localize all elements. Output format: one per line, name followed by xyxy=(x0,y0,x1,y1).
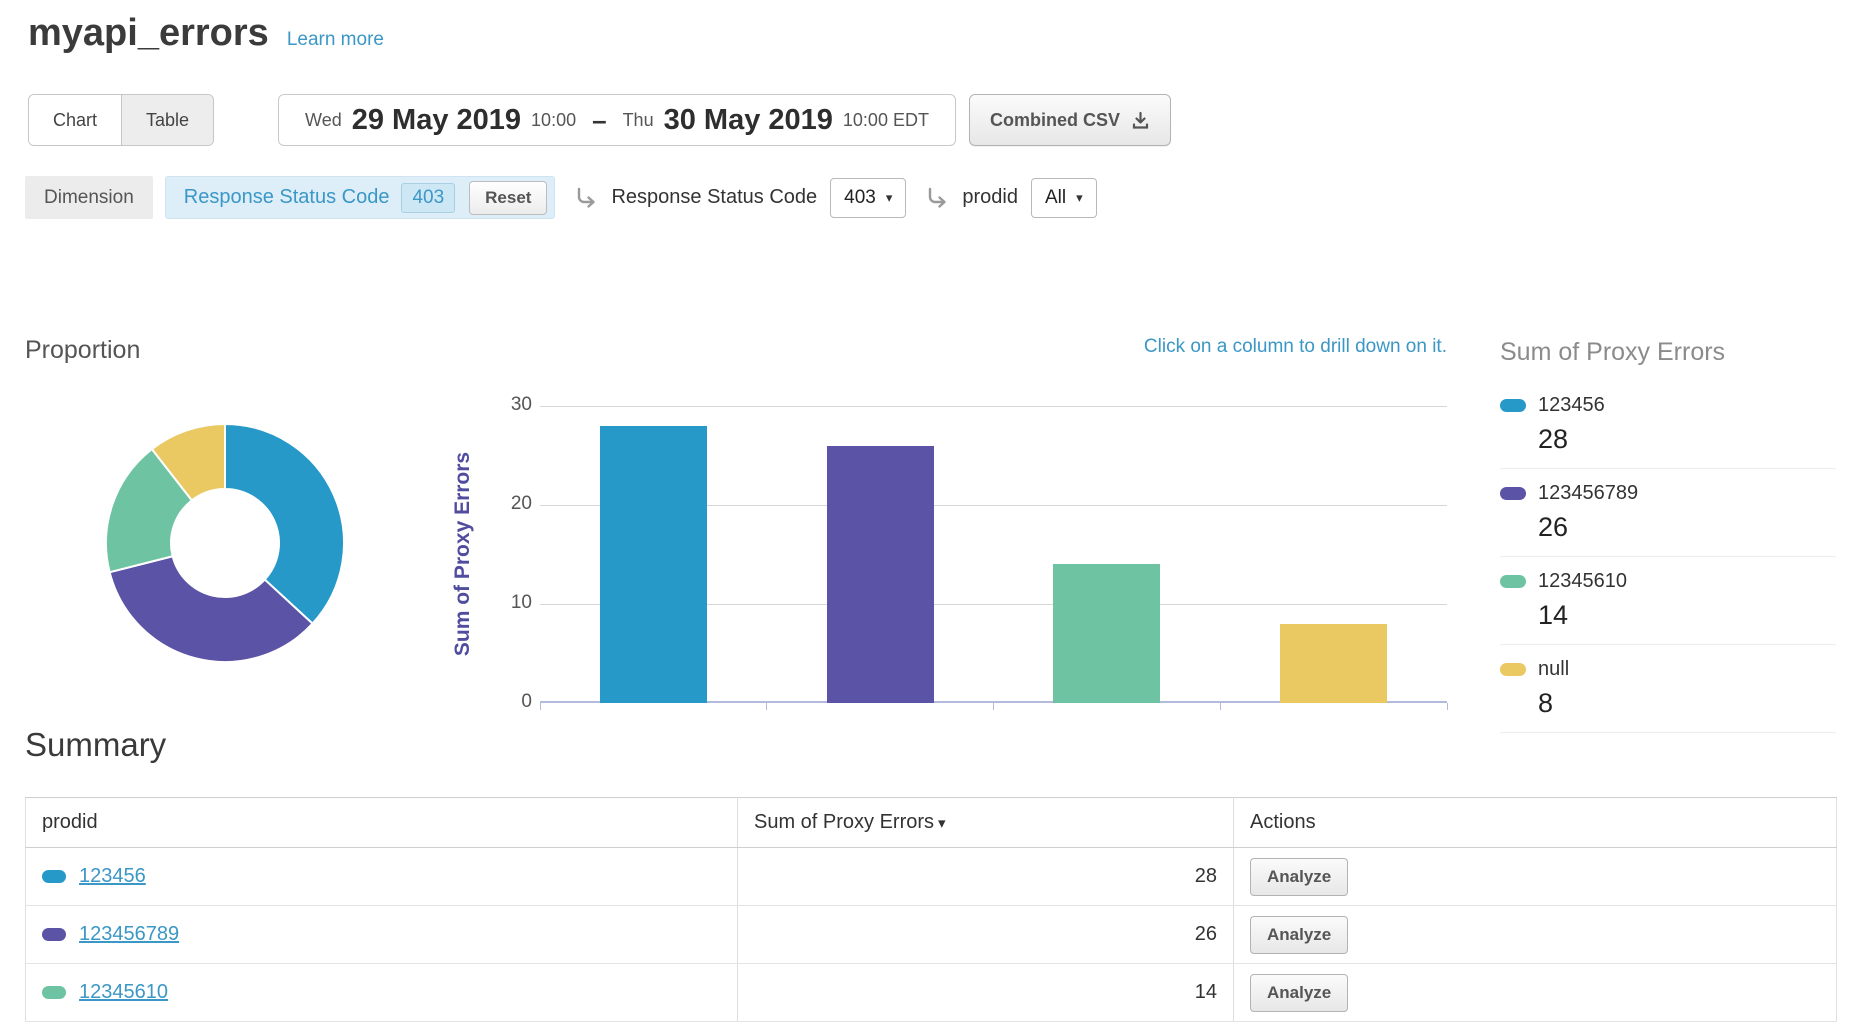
drilldown-status-code-label: Response Status Code xyxy=(611,186,817,209)
page-header: myapi_errors Learn more xyxy=(28,12,384,55)
chart-legend: Sum of Proxy Errors 12345628123456789261… xyxy=(1500,338,1836,733)
prodid-link[interactable]: 123456 xyxy=(79,865,146,887)
legend-value: 14 xyxy=(1538,600,1836,631)
status-code-dropdown-value: 403 xyxy=(844,187,876,209)
drilldown-arrow-icon xyxy=(574,186,598,210)
actions-column-header: Actions xyxy=(1234,798,1837,848)
proportion-label: Proportion xyxy=(25,336,140,365)
summary-heading: Summary xyxy=(25,726,166,764)
row-swatch-icon xyxy=(42,928,66,941)
gridline xyxy=(540,406,1447,407)
analyze-button[interactable]: Analyze xyxy=(1250,916,1348,954)
sort-desc-icon: ▾ xyxy=(938,815,946,832)
table-row: 123456789 26 Analyze xyxy=(26,906,1837,964)
x-axis-tick xyxy=(1447,703,1448,710)
legend-item: 12345610 14 xyxy=(1500,557,1836,645)
sum-column-header[interactable]: Sum of Proxy Errors▾ xyxy=(738,798,1234,848)
y-tick-label: 30 xyxy=(470,394,532,416)
tab-chart[interactable]: Chart xyxy=(29,95,121,145)
prodid-link[interactable]: 123456789 xyxy=(79,923,179,945)
status-code-dropdown[interactable]: 403 ▾ xyxy=(830,178,906,218)
legend-value: 8 xyxy=(1538,688,1836,719)
legend-value: 28 xyxy=(1538,424,1836,455)
reset-button[interactable]: Reset xyxy=(469,181,547,215)
bar-chart xyxy=(540,406,1447,703)
analyze-button[interactable]: Analyze xyxy=(1250,974,1348,1012)
legend-swatch-icon xyxy=(1500,663,1526,676)
sum-value-cell: 28 xyxy=(738,848,1234,906)
prodid-link[interactable]: 12345610 xyxy=(79,981,168,1003)
legend-swatch-icon xyxy=(1500,399,1526,412)
toolbar: Chart Table Wed 29 May 2019 10:00 – Thu … xyxy=(28,94,1171,146)
legend-swatch-icon xyxy=(1500,487,1526,500)
bar-column-123456[interactable] xyxy=(600,426,707,703)
legend-swatch-icon xyxy=(1500,575,1526,588)
bar-column-null[interactable] xyxy=(1280,624,1387,703)
sum-value-cell: 14 xyxy=(738,964,1234,1022)
prodid-dropdown[interactable]: All ▾ xyxy=(1031,178,1097,218)
y-axis-ticks: 0102030 xyxy=(470,406,532,703)
proportion-donut-chart xyxy=(25,366,425,706)
x-axis-tick xyxy=(766,703,767,710)
tab-table[interactable]: Table xyxy=(121,95,213,145)
date-range-separator: – xyxy=(592,105,606,136)
x-axis-tick xyxy=(993,703,994,710)
y-tick-label: 20 xyxy=(470,493,532,515)
table-header-row: prodid Sum of Proxy Errors▾ Actions xyxy=(26,798,1837,848)
legend-items: 123456 28 123456789 26 12345610 14 null 8 xyxy=(1500,381,1836,733)
legend-label: 12345610 xyxy=(1538,570,1627,593)
sum-column-label: Sum of Proxy Errors xyxy=(754,811,934,833)
legend-item: null 8 xyxy=(1500,645,1836,733)
prodid-dropdown-value: All xyxy=(1045,187,1066,209)
drilldown-hint: Click on a column to drill down on it. xyxy=(940,336,1447,358)
legend-title: Sum of Proxy Errors xyxy=(1500,338,1836,367)
end-weekday: Thu xyxy=(623,110,654,131)
active-filter-value: 403 xyxy=(401,183,455,213)
prodid-column-header: prodid xyxy=(26,798,738,848)
legend-value: 26 xyxy=(1538,512,1836,543)
chevron-down-icon: ▾ xyxy=(1076,190,1083,206)
bar-column-12345610[interactable] xyxy=(1053,564,1160,703)
date-range-picker[interactable]: Wed 29 May 2019 10:00 – Thu 30 May 2019 … xyxy=(278,94,956,146)
y-tick-label: 10 xyxy=(470,592,532,614)
dimension-label: Dimension xyxy=(25,176,153,219)
combined-csv-button[interactable]: Combined CSV xyxy=(969,94,1171,146)
drilldown-prodid-label: prodid xyxy=(962,186,1018,209)
filter-bar: Dimension Response Status Code 403 Reset… xyxy=(25,176,1097,219)
sum-value-cell: 26 xyxy=(738,906,1234,964)
active-filter-chip[interactable]: Response Status Code 403 Reset xyxy=(165,176,556,219)
end-date: 30 May 2019 xyxy=(664,104,833,137)
learn-more-link[interactable]: Learn more xyxy=(287,29,384,51)
row-swatch-icon xyxy=(42,870,66,883)
active-filter-label: Response Status Code xyxy=(184,186,390,209)
page-title: myapi_errors xyxy=(28,12,269,55)
combined-csv-label: Combined CSV xyxy=(990,110,1120,131)
legend-item: 123456789 26 xyxy=(1500,469,1836,557)
bar-column-123456789[interactable] xyxy=(827,446,934,703)
start-weekday: Wed xyxy=(305,110,342,131)
download-icon xyxy=(1131,111,1150,130)
legend-label: null xyxy=(1538,658,1569,681)
legend-label: 123456789 xyxy=(1538,482,1638,505)
analyze-button[interactable]: Analyze xyxy=(1250,858,1348,896)
start-date: 29 May 2019 xyxy=(352,104,521,137)
actions-column-label: Actions xyxy=(1250,811,1316,833)
drilldown-arrow-icon xyxy=(925,186,949,210)
table-row: 12345610 14 Analyze xyxy=(26,964,1837,1022)
start-time: 10:00 xyxy=(531,110,576,131)
y-tick-label: 0 xyxy=(470,691,532,713)
chevron-down-icon: ▾ xyxy=(886,190,893,206)
end-time: 10:00 EDT xyxy=(843,110,929,131)
table-row: 123456 28 Analyze xyxy=(26,848,1837,906)
view-toggle: Chart Table xyxy=(28,94,214,146)
summary-table: prodid Sum of Proxy Errors▾ Actions 1234… xyxy=(25,797,1837,1022)
prodid-column-label: prodid xyxy=(42,811,98,833)
legend-item: 123456 28 xyxy=(1500,381,1836,469)
x-axis-tick xyxy=(540,703,541,710)
legend-label: 123456 xyxy=(1538,394,1605,417)
x-axis-tick xyxy=(1220,703,1221,710)
row-swatch-icon xyxy=(42,986,66,999)
